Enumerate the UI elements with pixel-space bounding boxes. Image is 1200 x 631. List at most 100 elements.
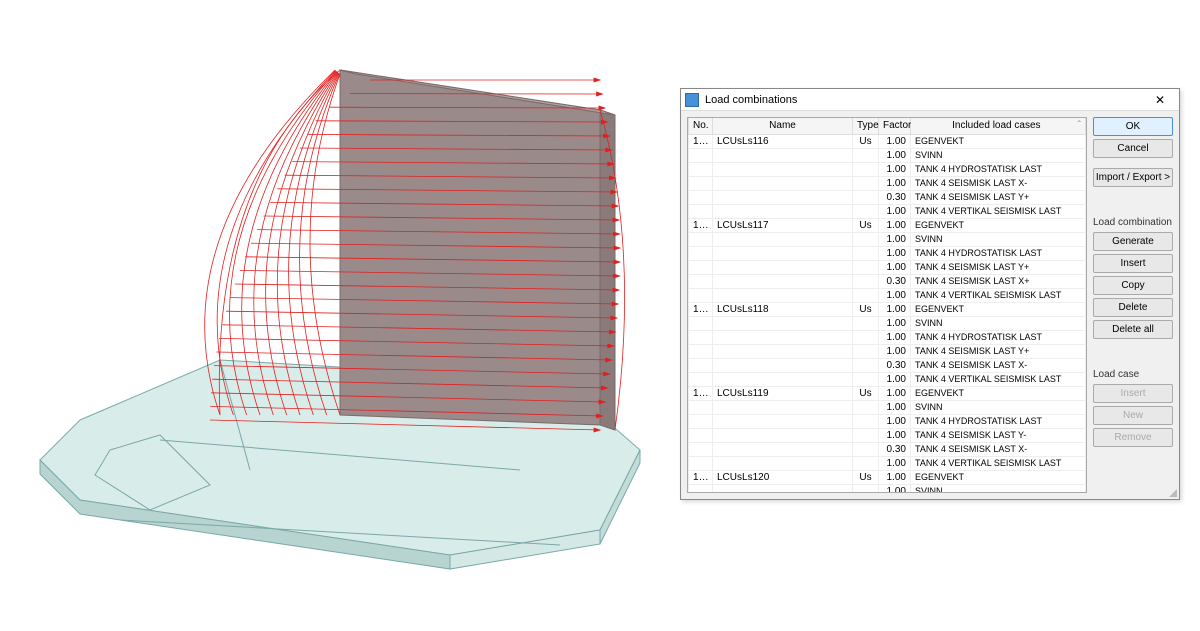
- cell[interactable]: [853, 442, 879, 456]
- cell[interactable]: TANK 4 HYDROSTATISK LAST: [911, 246, 1086, 260]
- col-header-included[interactable]: Included load cases ˆ: [911, 118, 1086, 134]
- cell[interactable]: Us: [853, 386, 879, 400]
- cell[interactable]: 183: [689, 386, 713, 400]
- cell[interactable]: EGENVEKT: [911, 302, 1086, 316]
- table-row[interactable]: 1.00TANK 4 HYDROSTATISK LAST: [689, 414, 1086, 428]
- cell[interactable]: [689, 148, 713, 162]
- cell[interactable]: [853, 232, 879, 246]
- table-row[interactable]: 1.00TANK 4 SEISMISK LAST Y+: [689, 344, 1086, 358]
- table-row[interactable]: 184LCUsLs120Us1.00EGENVEKT: [689, 470, 1086, 484]
- cell[interactable]: [713, 190, 853, 204]
- cell[interactable]: [853, 372, 879, 386]
- cell[interactable]: [689, 162, 713, 176]
- cell[interactable]: 180: [689, 134, 713, 148]
- cell[interactable]: [713, 148, 853, 162]
- cell[interactable]: [713, 260, 853, 274]
- insert-combination-button[interactable]: Insert: [1093, 254, 1173, 273]
- cell[interactable]: [689, 232, 713, 246]
- combinations-table-scroll[interactable]: No. Name Type Factor Included load cases…: [687, 117, 1087, 493]
- cell[interactable]: [689, 288, 713, 302]
- cell[interactable]: [689, 246, 713, 260]
- cell[interactable]: [853, 414, 879, 428]
- cell[interactable]: 184: [689, 470, 713, 484]
- cell[interactable]: [853, 330, 879, 344]
- model-viewport[interactable]: [0, 0, 680, 628]
- remove-case-button[interactable]: Remove: [1093, 428, 1173, 447]
- cell[interactable]: 1.00: [879, 134, 911, 148]
- table-row[interactable]: 1.00SVINN: [689, 316, 1086, 330]
- cell[interactable]: [713, 400, 853, 414]
- cell[interactable]: [713, 330, 853, 344]
- cell[interactable]: [689, 204, 713, 218]
- cell[interactable]: 1.00: [879, 246, 911, 260]
- cell[interactable]: [713, 372, 853, 386]
- cell[interactable]: 1.00: [879, 484, 911, 493]
- cell[interactable]: [853, 316, 879, 330]
- cell[interactable]: TANK 4 VERTIKAL SEISMISK LAST: [911, 288, 1086, 302]
- cell[interactable]: LCUsLs117: [713, 218, 853, 232]
- cell[interactable]: 1.00: [879, 316, 911, 330]
- cancel-button[interactable]: Cancel: [1093, 139, 1173, 158]
- cell[interactable]: 1.00: [879, 414, 911, 428]
- cell[interactable]: [713, 246, 853, 260]
- table-row[interactable]: 0.30TANK 4 SEISMISK LAST X+: [689, 274, 1086, 288]
- cell[interactable]: TANK 4 HYDROSTATISK LAST: [911, 414, 1086, 428]
- col-header-name[interactable]: Name: [713, 118, 853, 134]
- table-row[interactable]: 1.00TANK 4 SEISMISK LAST X-: [689, 176, 1086, 190]
- cell[interactable]: 1.00: [879, 428, 911, 442]
- table-row[interactable]: 1.00TANK 4 VERTIKAL SEISMISK LAST: [689, 456, 1086, 470]
- cell[interactable]: SVINN: [911, 232, 1086, 246]
- import-export-button[interactable]: Import / Export >: [1093, 168, 1173, 187]
- ok-button[interactable]: OK: [1093, 117, 1173, 136]
- cell[interactable]: 1.00: [879, 232, 911, 246]
- cell[interactable]: 1.00: [879, 456, 911, 470]
- cell[interactable]: LCUsLs119: [713, 386, 853, 400]
- cell[interactable]: TANK 4 VERTIKAL SEISMISK LAST: [911, 372, 1086, 386]
- cell[interactable]: [713, 162, 853, 176]
- cell[interactable]: [713, 288, 853, 302]
- cell[interactable]: TANK 4 SEISMISK LAST X+: [911, 274, 1086, 288]
- cell[interactable]: [853, 400, 879, 414]
- cell[interactable]: [689, 456, 713, 470]
- cell[interactable]: [689, 344, 713, 358]
- table-row[interactable]: 1.00SVINN: [689, 148, 1086, 162]
- cell[interactable]: TANK 4 SEISMISK LAST Y+: [911, 344, 1086, 358]
- cell[interactable]: 0.30: [879, 190, 911, 204]
- cell[interactable]: 1.00: [879, 148, 911, 162]
- cell[interactable]: [689, 414, 713, 428]
- cell[interactable]: SVINN: [911, 400, 1086, 414]
- table-row[interactable]: 1.00SVINN: [689, 400, 1086, 414]
- cell[interactable]: [713, 484, 853, 493]
- cell[interactable]: [853, 456, 879, 470]
- cell[interactable]: 181: [689, 218, 713, 232]
- copy-button[interactable]: Copy: [1093, 276, 1173, 295]
- cell[interactable]: 1.00: [879, 162, 911, 176]
- cell[interactable]: [689, 400, 713, 414]
- cell[interactable]: 1.00: [879, 372, 911, 386]
- cell[interactable]: [853, 176, 879, 190]
- resize-grip-icon[interactable]: [1167, 487, 1177, 497]
- cell[interactable]: [689, 358, 713, 372]
- cell[interactable]: [853, 344, 879, 358]
- cell[interactable]: [853, 162, 879, 176]
- combinations-table[interactable]: No. Name Type Factor Included load cases…: [688, 118, 1086, 493]
- cell[interactable]: [689, 260, 713, 274]
- cell[interactable]: [689, 484, 713, 493]
- cell[interactable]: LCUsLs116: [713, 134, 853, 148]
- cell[interactable]: [713, 358, 853, 372]
- cell[interactable]: EGENVEKT: [911, 386, 1086, 400]
- cell[interactable]: [713, 316, 853, 330]
- cell[interactable]: Us: [853, 470, 879, 484]
- close-icon[interactable]: ✕: [1145, 93, 1175, 107]
- cell[interactable]: TANK 4 SEISMISK LAST Y+: [911, 260, 1086, 274]
- cell[interactable]: EGENVEKT: [911, 218, 1086, 232]
- cell[interactable]: 0.30: [879, 274, 911, 288]
- table-row[interactable]: 1.00TANK 4 HYDROSTATISK LAST: [689, 246, 1086, 260]
- cell[interactable]: 0.30: [879, 358, 911, 372]
- cell[interactable]: [713, 176, 853, 190]
- cell[interactable]: [713, 414, 853, 428]
- cell[interactable]: TANK 4 HYDROSTATISK LAST: [911, 162, 1086, 176]
- cell[interactable]: [853, 246, 879, 260]
- cell[interactable]: [853, 428, 879, 442]
- cell[interactable]: LCUsLs120: [713, 470, 853, 484]
